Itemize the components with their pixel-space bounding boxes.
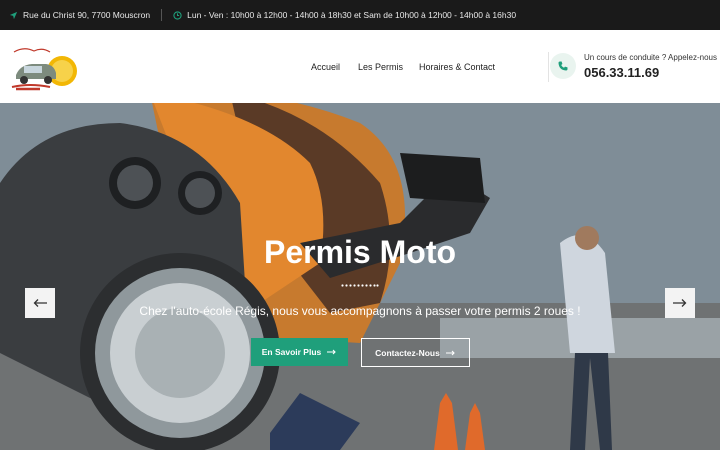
hours-info: Lun - Ven : 10h00 à 12h00 - 14h00 à 18h3…: [173, 10, 516, 20]
nav-les-permis[interactable]: Les Permis: [358, 62, 403, 72]
nav-horaires-contact[interactable]: Horaires & Contact: [419, 62, 495, 72]
hours-text: Lun - Ven : 10h00 à 12h00 - 14h00 à 18h3…: [187, 10, 517, 20]
phone-icon-badge[interactable]: [550, 53, 576, 79]
contactez-nous-label: Contactez-Nous: [375, 347, 440, 358]
cta-label: Un cours de conduite ? Appelez-nous: [584, 53, 717, 62]
hero-subtitle: Chez l'auto-école Régis, nous vous accom…: [139, 304, 581, 318]
title-divider: [341, 284, 379, 287]
address-text: Rue du Christ 90, 7700 Mouscron: [23, 10, 151, 20]
cta-phone-number[interactable]: 056.33.11.69: [584, 65, 659, 80]
hero-slider: Permis Moto Chez l'auto-école Régis, nou…: [0, 103, 720, 450]
arrow-right-icon: [673, 299, 687, 307]
address-info: Rue du Christ 90, 7700 Mouscron: [9, 10, 150, 20]
topbar-divider: [161, 9, 163, 21]
location-arrow-icon: [9, 11, 18, 19]
slider-prev-button[interactable]: [25, 288, 55, 318]
header-divider: [548, 52, 549, 82]
top-bar: Rue du Christ 90, 7700 Mouscron Lun - Ve…: [0, 0, 720, 30]
phone-icon: [558, 61, 568, 71]
clock-icon: [173, 10, 182, 20]
arrow-right-icon: [327, 349, 337, 355]
hero-background-image: [0, 103, 720, 450]
arrow-right-icon: [445, 350, 455, 355]
nav-accueil[interactable]: Accueil: [311, 62, 340, 72]
en-savoir-plus-label: En Savoir Plus: [261, 347, 322, 357]
en-savoir-plus-button[interactable]: En Savoir Plus: [251, 338, 348, 366]
slider-next-button[interactable]: [665, 288, 695, 318]
site-header: Accueil Les Permis Horaires & Contact Un…: [0, 30, 720, 103]
hero-title: Permis Moto: [263, 234, 457, 270]
contactez-nous-button[interactable]: Contactez-Nous: [361, 338, 470, 367]
site-logo[interactable]: [10, 43, 82, 93]
arrow-left-icon: [33, 299, 47, 307]
